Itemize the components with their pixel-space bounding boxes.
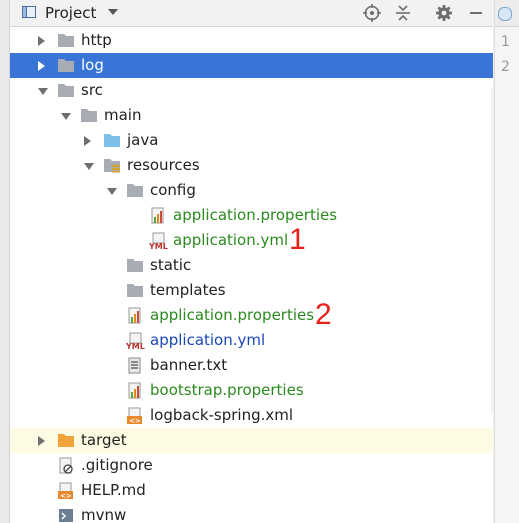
excluded-folder-icon [57,432,75,449]
tree-item-label: templates [150,281,226,299]
locate-icon[interactable] [362,3,382,23]
folder-icon [57,82,75,99]
chevron-down-icon[interactable] [38,88,48,95]
tree-file-row[interactable]: templates [10,278,493,303]
tree-file-row[interactable]: <> logback-spring.xml [10,403,493,428]
project-view-icon [22,6,36,18]
tree-item-label: application.yml [173,231,289,249]
project-tool-tab[interactable] [0,0,8,40]
yml-file-icon: YML [125,332,145,351]
tree-file-row[interactable]: <> HELP.md [10,478,493,503]
tree-item-label: http [81,31,112,49]
tree-folder-row[interactable]: main [10,103,493,128]
tree-item-label: static [150,256,192,274]
line-number: 2 [501,59,510,75]
text-file-icon [126,357,144,374]
svg-text:YML: YML [149,242,168,250]
tree-item-label: .gitignore [81,456,153,474]
tree-folder-row[interactable]: resources [10,153,493,178]
chevron-down-icon[interactable] [61,113,71,120]
folder-icon [80,107,98,124]
tree-file-row[interactable]: YML application.yml [10,328,493,353]
properties-file-icon [126,307,144,324]
tree-file-row[interactable]: banner.txt [10,353,493,378]
tree-file-row[interactable]: .gitignore [10,453,493,478]
tree-item-label: banner.txt [150,356,228,374]
tree-item-label: target [81,431,127,449]
annotation-number: 1 [289,223,306,256]
chevron-right-icon[interactable] [38,436,45,446]
tree-folder-row[interactable]: java [10,128,493,153]
tree-file-row[interactable]: bootstrap.properties [10,378,493,403]
chevron-down-icon[interactable] [107,188,117,195]
tree-folder-row[interactable]: target [10,428,493,453]
editor-tab-strip [495,0,519,27]
markdown-file-icon: <> [57,482,75,500]
tree-item-label: HELP.md [81,481,146,499]
svg-text:<>: <> [60,492,72,500]
tree-item-label: bootstrap.properties [150,381,304,399]
collapse-all-icon[interactable] [393,3,413,23]
tree-item-label: logback-spring.xml [150,406,294,424]
tree-folder-row[interactable]: log [10,53,493,78]
left-tool-strip [0,0,10,523]
tree-item-label: main [104,106,142,124]
chevron-right-icon[interactable] [84,136,91,146]
script-file-icon [57,507,75,523]
tree-file-row[interactable]: static [10,253,493,278]
gitignore-file-icon [57,457,75,474]
tree-file-row[interactable]: mvnw [10,503,493,523]
svg-text:YML: YML [126,342,145,350]
tree-item-label: application.properties [173,206,338,224]
scrollbar-track[interactable] [491,88,493,413]
tree-file-row[interactable]: application.properties 2 [10,298,493,331]
tree-item-label: config [150,181,196,199]
hide-icon[interactable] [466,3,486,23]
view-dropdown-icon[interactable] [108,9,118,15]
tree-item-label: log [81,56,104,74]
editor-area: 1 2 [494,0,519,523]
line-number: 1 [501,34,510,50]
yml-file-icon: YML [148,232,168,251]
tree-item-label: mvnw [81,506,127,523]
tree-item-label: src [81,81,103,99]
annotation-number: 2 [315,298,332,331]
resources-folder-icon [103,157,121,174]
panel-header: Project [10,0,493,27]
tree-file-row[interactable]: YML application.yml 1 [10,223,493,256]
gear-icon[interactable] [434,3,454,23]
project-panel: Project http log src main java resources confi… [10,0,493,523]
folder-icon [126,257,144,274]
class-file-icon[interactable] [498,7,512,21]
tree-item-label: application.yml [150,331,266,349]
tree-folder-row[interactable]: config [10,178,493,203]
chevron-right-icon[interactable] [38,61,45,71]
tree-folder-row[interactable]: http [10,28,493,53]
folder-icon [57,57,75,74]
structure-tool-tab[interactable] [0,110,8,205]
folder-icon [57,32,75,49]
svg-text:<>: <> [129,417,141,425]
properties-file-icon [149,207,167,224]
chevron-down-icon[interactable] [84,163,94,170]
folder-icon [126,282,144,299]
folder-icon [126,182,144,199]
tree-folder-row[interactable]: src [10,78,493,103]
tree-item-label: resources [127,156,200,174]
xml-file-icon: <> [126,407,144,425]
properties-file-icon [126,382,144,399]
tree-item-label: java [127,131,159,149]
tree-item-label: application.properties [150,306,315,324]
tree-file-row[interactable]: application.properties [10,203,493,228]
panel-title[interactable]: Project [45,4,96,22]
chevron-right-icon[interactable] [38,36,45,46]
source-folder-icon [103,132,121,149]
